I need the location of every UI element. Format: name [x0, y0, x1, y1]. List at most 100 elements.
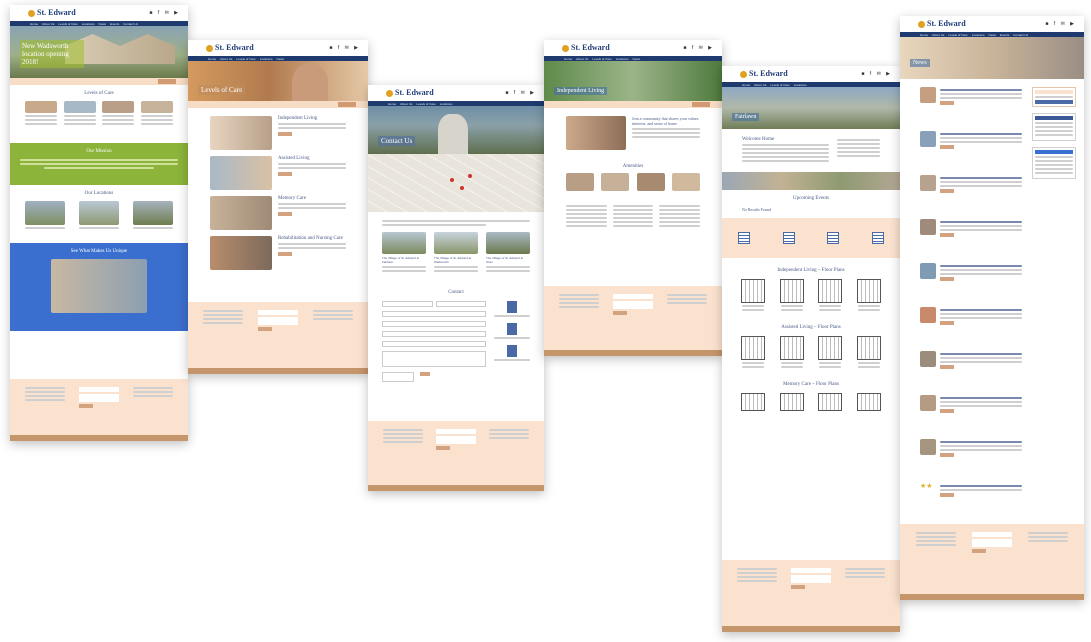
video-thumb[interactable] [51, 259, 147, 313]
social-icons[interactable]: ■ f ✉ ▶ [1045, 21, 1076, 27]
footer [544, 286, 722, 356]
care-row[interactable]: Memory Care [210, 196, 346, 230]
location-card[interactable]: The Village of St. Edward at Stow [486, 232, 530, 274]
page-news: St. Edward ■ f ✉ ▶ Home About Us Levels of… [900, 16, 1084, 600]
map-pin-icon[interactable] [460, 186, 464, 190]
submit-button[interactable] [420, 372, 430, 376]
floor-plan[interactable] [856, 279, 881, 303]
input-field[interactable] [382, 311, 486, 317]
input-field[interactable] [382, 341, 486, 347]
page-home: St. Edward ■ f ✉ ▶ Home About Us Levels of… [10, 5, 188, 441]
care-row[interactable]: Independent Living [210, 116, 346, 150]
floor-plan[interactable] [856, 393, 881, 411]
unique-block: See What Makes Us Unique [10, 243, 188, 331]
no-results: No Results Found [742, 207, 771, 212]
news-item[interactable] [920, 219, 1022, 263]
news-item[interactable] [920, 175, 1022, 219]
captcha[interactable] [382, 372, 414, 382]
facebook-widget[interactable] [1032, 113, 1076, 141]
logo[interactable]: St. Edward [740, 69, 788, 78]
social-icons[interactable]: ■ f ✉ ▶ [861, 71, 892, 77]
hero-image: News [900, 37, 1084, 79]
calendar-icon[interactable] [871, 232, 884, 244]
social-icons[interactable]: ■ f ✉ ▶ [329, 45, 360, 51]
floor-plan[interactable] [779, 393, 804, 411]
subscribe-widget[interactable] [1032, 87, 1076, 107]
logo[interactable]: St. Edward [28, 8, 76, 17]
amenity-photo[interactable] [566, 173, 594, 191]
twitter-widget[interactable] [1032, 147, 1076, 179]
input-field[interactable] [382, 301, 433, 307]
map-pin-icon[interactable] [450, 178, 454, 182]
floorplans-heading: Independent Living – Floor Plans [777, 268, 845, 273]
header: St. Edward ■ f ✉ ▶ [900, 16, 1084, 32]
input-field[interactable] [435, 301, 486, 307]
logo[interactable]: St. Edward [386, 88, 434, 97]
cta-button[interactable] [338, 102, 356, 107]
care-title: Memory Care [278, 196, 306, 201]
social-icons[interactable]: ■ f ✉ ▶ [505, 90, 536, 96]
floor-plan[interactable] [818, 279, 843, 303]
news-item[interactable] [920, 307, 1022, 351]
logo[interactable]: St. Edward [918, 19, 966, 28]
calendar-icon[interactable] [782, 232, 795, 244]
location-card[interactable]: The Village of St. Edward at Fairlawn [382, 232, 426, 274]
care-row[interactable]: Assisted Living [210, 156, 346, 190]
sun-icon [918, 20, 925, 28]
location-card[interactable] [79, 201, 119, 231]
floor-plan[interactable] [741, 393, 766, 411]
input-field[interactable] [382, 321, 486, 327]
sun-icon [740, 70, 747, 78]
header: St. Edward ■ f ✉ ▶ [368, 85, 544, 101]
floor-plan[interactable] [856, 336, 881, 360]
news-item[interactable] [920, 395, 1022, 439]
document-icon[interactable] [507, 323, 517, 335]
section-heading: Levels of Care [84, 91, 114, 96]
amenity-photo[interactable] [601, 173, 630, 191]
floor-plan[interactable] [818, 336, 843, 360]
care-card[interactable] [25, 101, 57, 127]
floor-plan[interactable] [741, 279, 766, 303]
amenity-photo[interactable] [636, 173, 665, 191]
floor-plan[interactable] [741, 336, 766, 360]
floor-plan[interactable] [818, 393, 843, 411]
logo[interactable]: St. Edward [206, 43, 254, 52]
hero-title: Fairlawn [732, 113, 760, 121]
news-item[interactable] [920, 439, 1022, 483]
floor-plan[interactable] [779, 279, 804, 303]
map-pin-icon[interactable] [468, 174, 472, 178]
calendar-icon[interactable] [738, 232, 751, 244]
care-card[interactable] [102, 101, 135, 127]
cta-button[interactable] [692, 102, 710, 107]
document-icon[interactable] [507, 301, 517, 313]
map[interactable] [368, 154, 544, 212]
social-icons[interactable]: ■ f ✉ ▶ [149, 10, 180, 16]
care-row[interactable]: Rehabilitation and Nursing Care [210, 236, 346, 270]
calendar-icon[interactable] [827, 232, 840, 244]
care-card[interactable] [63, 101, 96, 127]
logo[interactable]: St. Edward [562, 43, 610, 52]
header: St. Edward ■ f ✉ ▶ [722, 66, 900, 82]
message-textarea[interactable] [382, 351, 486, 367]
page-contact: St. Edward ■ f ✉ ▶ Home About Us Levels of… [368, 85, 544, 491]
document-icon[interactable] [507, 345, 517, 357]
location-card[interactable]: The Village of St. Edward at Wadsworth [434, 232, 478, 274]
hero-image: Contact Us [368, 106, 544, 154]
floor-plan[interactable] [779, 336, 804, 360]
location-card[interactable] [25, 201, 65, 231]
cta-bar [188, 101, 368, 108]
cta-button[interactable] [158, 79, 176, 84]
location-card[interactable] [133, 201, 173, 231]
news-item[interactable] [920, 351, 1022, 395]
subscribe-button[interactable] [79, 404, 93, 408]
social-icons[interactable]: ■ f ✉ ▶ [683, 45, 714, 51]
amenity-photo[interactable] [671, 173, 700, 191]
news-item[interactable]: ★★ [920, 483, 1022, 527]
care-card[interactable] [140, 101, 173, 127]
hero-title: Contact Us [378, 136, 416, 146]
input-field[interactable] [382, 331, 486, 337]
locations-heading: Our Locations [84, 191, 114, 196]
news-item[interactable] [920, 263, 1022, 307]
news-item[interactable] [920, 87, 1022, 131]
news-item[interactable] [920, 131, 1022, 175]
